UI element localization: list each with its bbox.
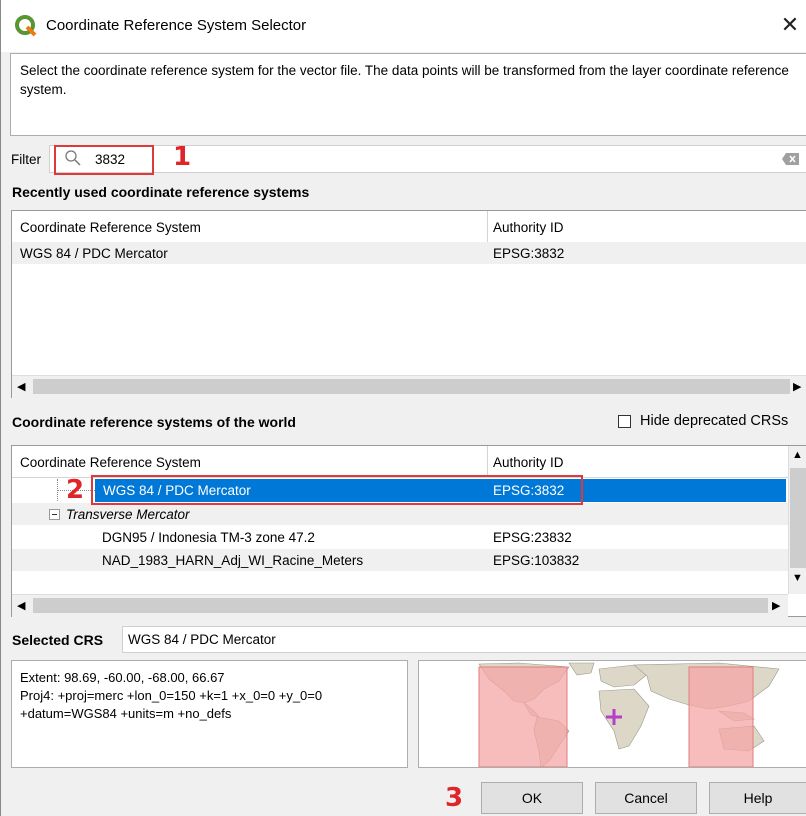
annotation-marker-1: 1 — [173, 142, 192, 172]
scroll-down-icon[interactable]: ▼ — [792, 572, 803, 584]
hide-deprecated-label[interactable]: Hide deprecated CRSs — [640, 413, 788, 429]
hide-deprecated-checkbox[interactable] — [618, 415, 631, 428]
extent-text: Extent: 98.69, -60.00, -68.00, 66.67 — [20, 670, 225, 685]
world-crs-title: Coordinate reference systems of the worl… — [12, 414, 296, 430]
scroll-left-icon[interactable]: ◀ — [17, 599, 25, 612]
world-crs-table: Coordinate Reference System Authority ID… — [11, 445, 806, 617]
column-header-crs[interactable]: Coordinate Reference System — [20, 220, 201, 235]
crs-name: NAD_1983_HARN_Adj_WI_Racine_Meters — [102, 553, 364, 568]
crs-info-panel: Extent: 98.69, -60.00, -68.00, 66.67 Pro… — [11, 660, 408, 768]
window-title: Coordinate Reference System Selector — [46, 17, 307, 34]
table-row[interactable]: DGN95 / Indonesia TM-3 zone 47.2 EPSG:23… — [12, 526, 788, 548]
annotation-box-2 — [91, 475, 583, 505]
extent-rect-east — [688, 666, 754, 767]
cancel-button[interactable]: Cancel — [595, 782, 697, 814]
recent-crs-table: Coordinate Reference System Authority ID… — [11, 210, 806, 398]
horizontal-scrollbar[interactable]: ◀ ▶ — [12, 594, 788, 617]
extent-rect-west — [478, 666, 568, 767]
table-row[interactable]: WGS 84 / PDC Mercator EPSG:3832 — [12, 242, 806, 264]
annotation-marker-2: 2 — [66, 475, 85, 505]
world-map-image — [478, 662, 780, 767]
tree-group-row[interactable]: Transverse Mercator — [12, 503, 788, 525]
crs-name: WGS 84 / PDC Mercator — [20, 246, 168, 261]
crs-selector-dialog: Coordinate Reference System Selector ✕ S… — [0, 0, 806, 816]
table-row[interactable]: NAD_1983_HARN_Adj_WI_Racine_Meters EPSG:… — [12, 549, 788, 571]
ok-button[interactable]: OK — [481, 782, 583, 814]
scroll-thumb[interactable] — [790, 468, 806, 568]
crs-authority-id: EPSG:23832 — [493, 530, 572, 545]
clear-filter-icon[interactable] — [781, 151, 801, 167]
proj4-text: Proj4: +proj=merc +lon_0=150 +k=1 +x_0=0… — [20, 688, 323, 703]
column-header-crs[interactable]: Coordinate Reference System — [20, 455, 201, 470]
selected-crs-field[interactable]: WGS 84 / PDC Mercator — [122, 626, 806, 653]
description-box: Select the coordinate reference system f… — [10, 53, 806, 136]
column-header-authority[interactable]: Authority ID — [493, 455, 564, 470]
table-header: Coordinate Reference System Authority ID — [12, 446, 788, 478]
selected-crs-label: Selected CRS — [12, 632, 104, 648]
scroll-right-icon[interactable]: ▶ — [793, 380, 801, 393]
selected-crs-value: WGS 84 / PDC Mercator — [128, 632, 276, 647]
extent-map-preview — [418, 660, 806, 768]
scroll-thumb[interactable] — [33, 379, 790, 394]
crs-authority-id: EPSG:3832 — [493, 246, 565, 261]
vertical-scrollbar[interactable]: ▲ ▼ — [788, 446, 806, 594]
annotation-box-1 — [54, 145, 154, 175]
recent-crs-title: Recently used coordinate reference syste… — [12, 184, 310, 200]
scroll-left-icon[interactable]: ◀ — [17, 380, 25, 393]
collapse-toggle-icon[interactable] — [49, 509, 60, 520]
table-header: Coordinate Reference System Authority ID — [12, 211, 806, 243]
crs-authority-id: EPSG:103832 — [493, 553, 580, 568]
filter-input[interactable] — [49, 145, 806, 173]
scroll-right-icon[interactable]: ▶ — [772, 599, 780, 612]
close-button[interactable]: ✕ — [776, 10, 804, 40]
filter-label: Filter — [11, 152, 41, 167]
scroll-thumb[interactable] — [33, 598, 768, 613]
crs-name: DGN95 / Indonesia TM-3 zone 47.2 — [102, 530, 315, 545]
qgis-logo-icon — [15, 15, 37, 37]
horizontal-scrollbar[interactable]: ◀ ▶ — [12, 375, 806, 398]
scroll-up-icon[interactable]: ▲ — [792, 449, 803, 461]
help-button[interactable]: Help — [709, 782, 806, 814]
annotation-marker-3: 3 — [445, 783, 464, 813]
column-header-authority[interactable]: Authority ID — [493, 220, 564, 235]
proj4-text-cont: +datum=WGS84 +units=m +no_defs — [20, 706, 232, 721]
group-name: Transverse Mercator — [66, 507, 190, 522]
